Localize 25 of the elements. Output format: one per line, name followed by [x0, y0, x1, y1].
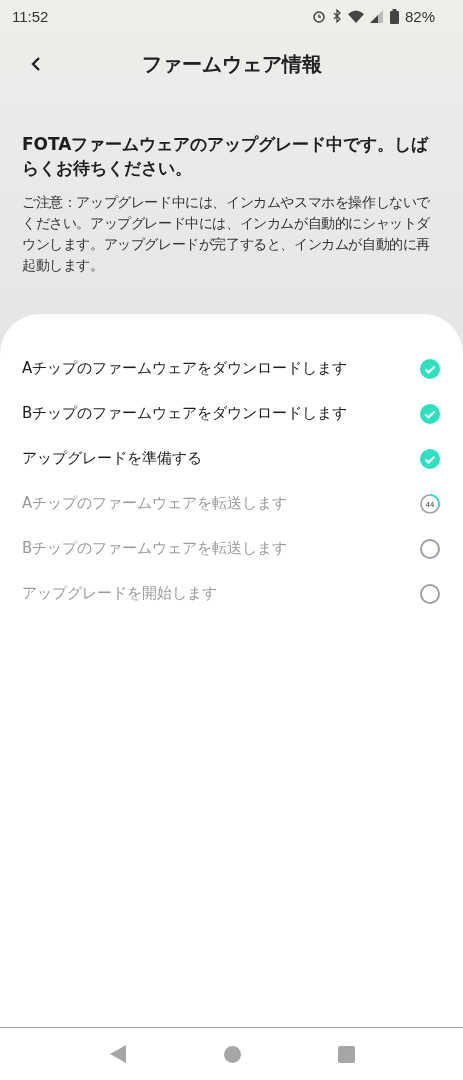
- battery-level: 82%: [404, 7, 435, 25]
- step-label: Bチップのファームウェアをダウンロードします: [22, 404, 348, 423]
- home-icon[interactable]: [223, 1045, 241, 1063]
- bluetooth-icon: [331, 9, 342, 23]
- empty-circle-icon: [419, 582, 441, 605]
- step-label: Aチップのファームウェアをダウンロードします: [22, 359, 348, 378]
- status-heading: FOTAファームウェアのアップグレード中です。しばらくお待ちください。: [22, 133, 430, 180]
- check-icon: [419, 447, 441, 470]
- alarm-icon: [311, 9, 326, 23]
- signal-icon: [369, 9, 384, 23]
- recents-icon[interactable]: [337, 1045, 355, 1063]
- status-time: 11:52: [12, 7, 49, 25]
- chevron-left-icon: [30, 56, 42, 72]
- step-label: Aチップのファームウェアを転送します: [22, 494, 288, 513]
- empty-circle-icon: [419, 537, 441, 560]
- step-label: Bチップのファームウェアを転送します: [22, 539, 288, 558]
- battery-icon: [389, 8, 399, 24]
- page-title: ファームウェア情報: [141, 50, 322, 78]
- back-icon[interactable]: [108, 1044, 127, 1064]
- wifi-icon: [347, 9, 364, 23]
- notice-text: ご注意：アップグレード中には、インカムやスマホを操作しないでください。アップグレード中には、インカムが自動的にシャットダウンします。アップグレードが完了すると、インカムが自動的に再起動します。: [22, 193, 431, 275]
- step-label: アップグレードを開始します: [22, 584, 217, 603]
- check-icon: [419, 357, 441, 380]
- step-label: アップグレードを準備する: [22, 449, 202, 468]
- check-icon: [419, 402, 441, 425]
